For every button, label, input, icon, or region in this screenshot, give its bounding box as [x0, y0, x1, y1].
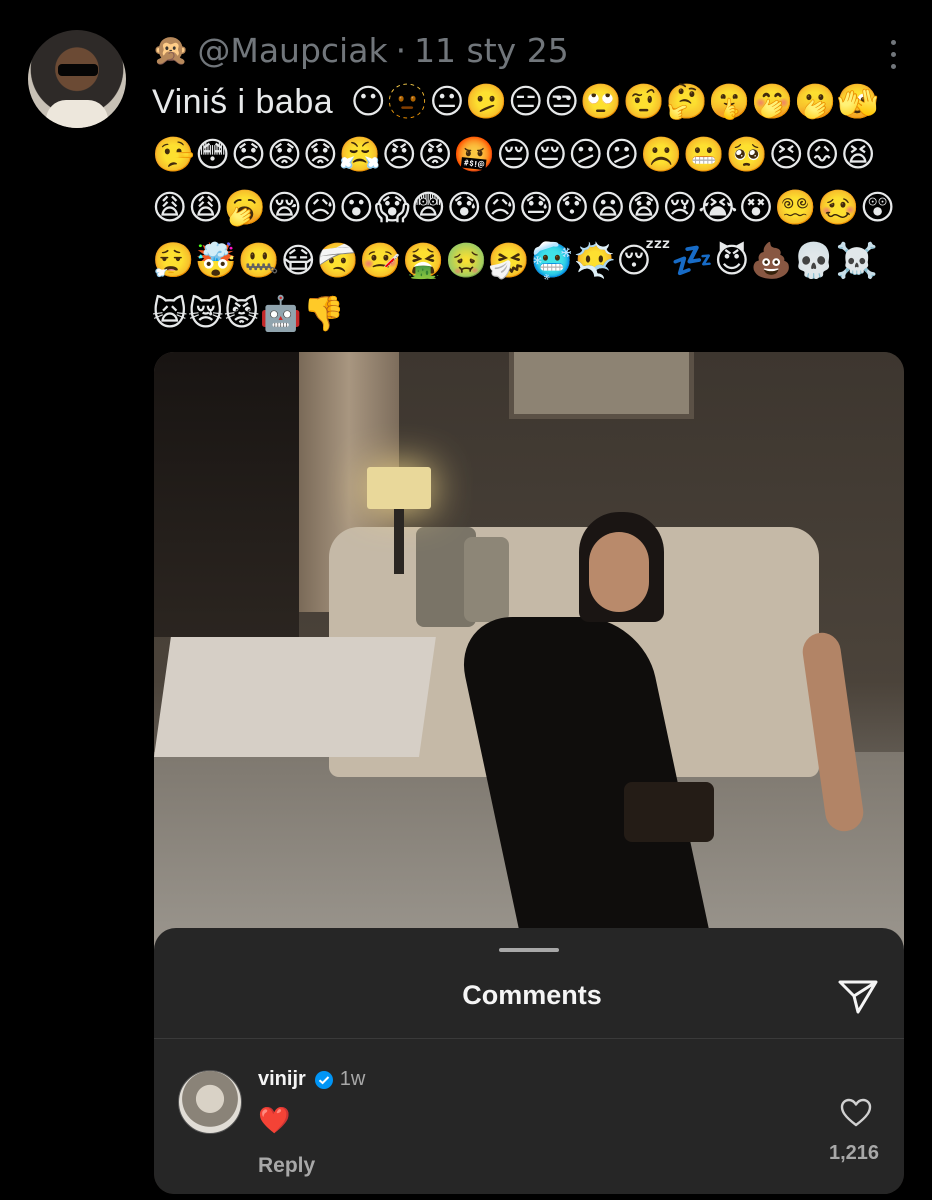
tweet-text: Viniś i baba 😶🫥😐🫤😑😒🙄🤨🤔🤫🤭🫢🫣🤥😳😞😟😟😤😠😡🤬😔😔😕😕☹…: [152, 76, 904, 341]
commenter-avatar[interactable]: [178, 1070, 242, 1134]
author-emoji: 🙊: [152, 32, 190, 68]
heart-outline-icon[interactable]: [840, 1098, 872, 1128]
comment-body: ❤️: [258, 1106, 291, 1136]
tweet-header: 🙊 @Maupciak · 11 sty 25: [152, 28, 569, 72]
photo-person: [334, 432, 866, 1007]
embedded-photo[interactable]: [154, 352, 904, 1007]
avatar-shirt: [46, 100, 108, 128]
reply-button[interactable]: Reply: [258, 1154, 315, 1178]
like-count: 1,216: [828, 1142, 880, 1164]
comment-header: vinijr 1w: [258, 1068, 365, 1091]
comment-time: 1w: [339, 1068, 366, 1090]
tweet-date[interactable]: 11 sty 25: [414, 31, 569, 70]
verified-badge-icon: [314, 1070, 333, 1089]
commenter-username[interactable]: vinijr: [258, 1068, 306, 1091]
author-avatar[interactable]: [28, 30, 126, 128]
sheet-drag-handle[interactable]: [499, 948, 559, 952]
photo-head: [589, 532, 649, 612]
sheet-divider: [154, 1038, 904, 1039]
send-icon[interactable]: [836, 976, 880, 1016]
tweet-text-label: Viniś i baba: [152, 83, 334, 121]
tweet-media[interactable]: Comments vinijr 1w ❤️ Reply 1,216: [154, 352, 904, 1194]
photo-wall-frame: [509, 352, 694, 419]
photo-window: [154, 352, 299, 637]
comments-title: Comments: [462, 980, 602, 1010]
more-dots-icon[interactable]: [888, 40, 898, 69]
header-separator: ·: [395, 30, 407, 70]
author-handle[interactable]: @Maupciak: [197, 31, 387, 70]
avatar-glasses: [58, 64, 98, 76]
photo-handbag: [624, 782, 714, 842]
comments-sheet: Comments vinijr 1w ❤️ Reply 1,216: [154, 928, 904, 1194]
